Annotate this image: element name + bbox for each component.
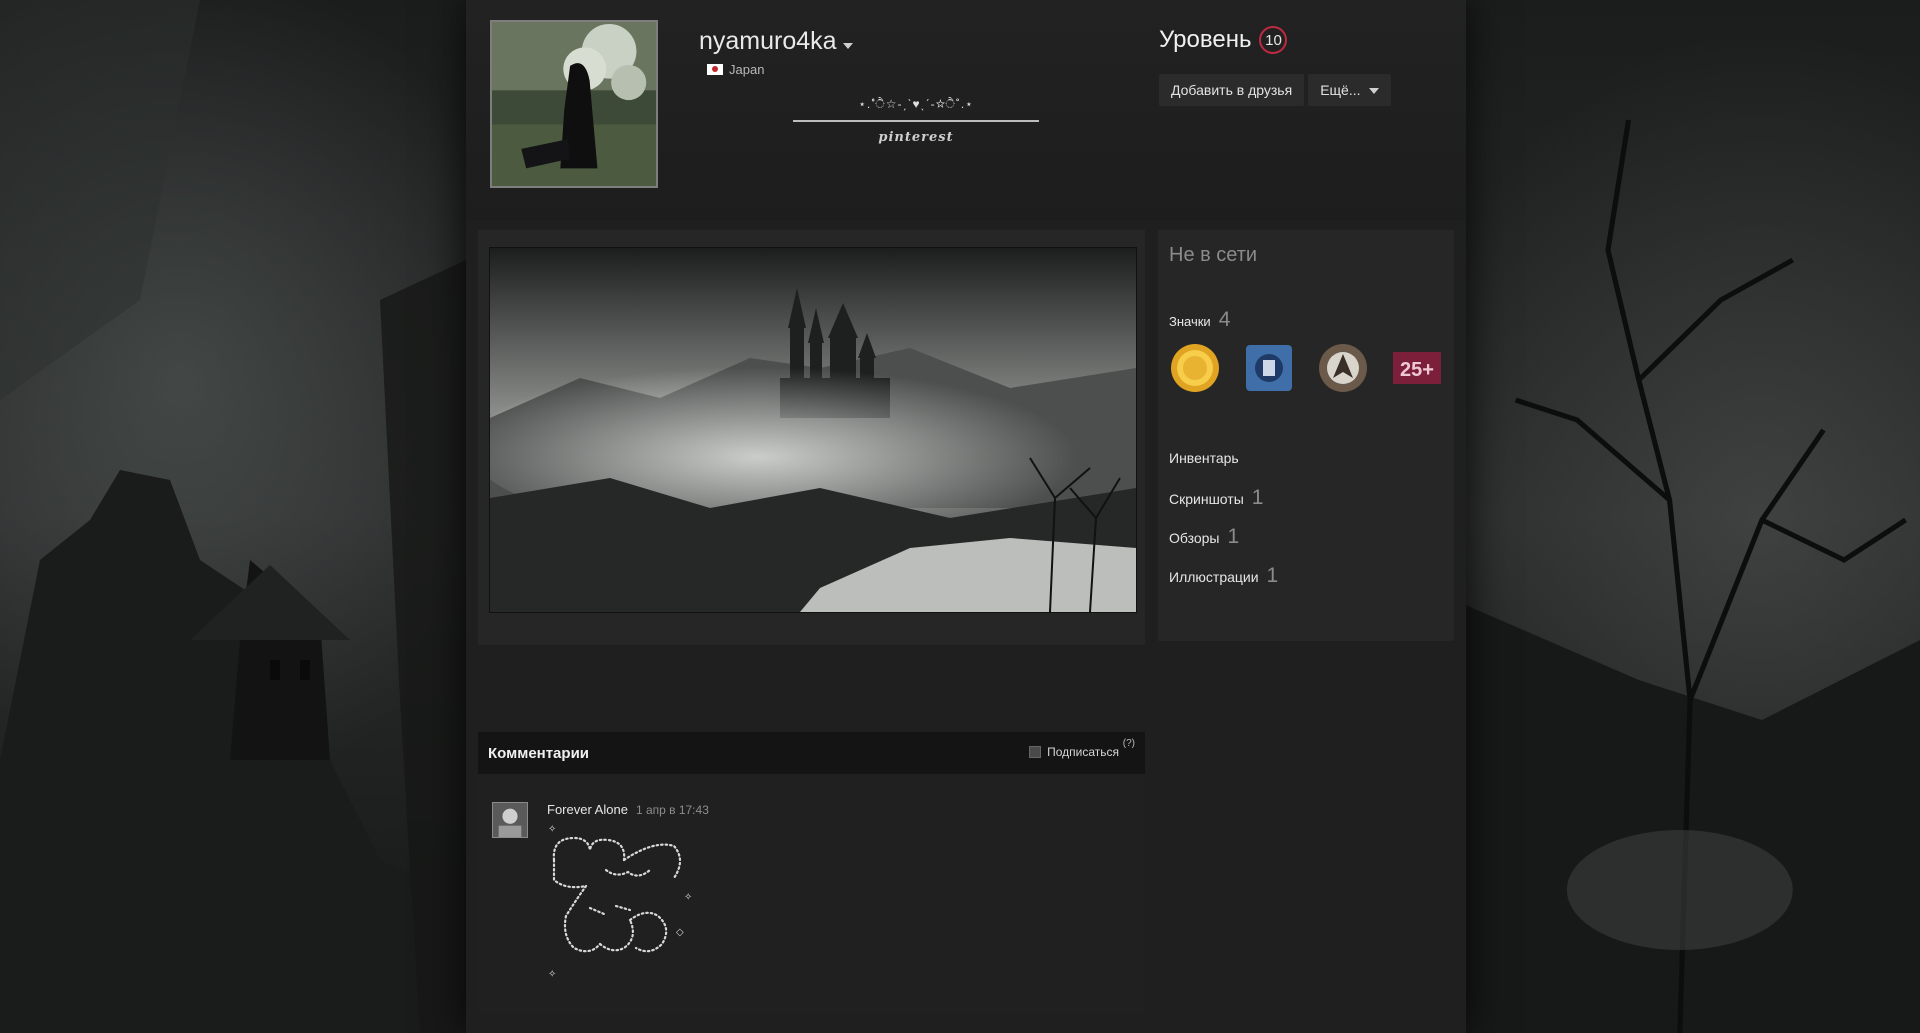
subscribe-toggle[interactable]: Подписаться bbox=[1029, 745, 1119, 759]
reviews-count: 1 bbox=[1227, 525, 1240, 548]
checkbox-icon[interactable] bbox=[1029, 746, 1042, 758]
comments-header: Комментарии Подписаться (?) bbox=[478, 732, 1145, 774]
badges-count: 4 bbox=[1218, 308, 1231, 331]
level-label: Уровень bbox=[1159, 26, 1252, 53]
reviews-link[interactable]: Обзоры 1 bbox=[1169, 525, 1239, 549]
profile-actions: Добавить в друзья Ещё... bbox=[1159, 74, 1391, 106]
screenshots-label: Скриншоты bbox=[1169, 491, 1244, 507]
background-right-scenery bbox=[1454, 0, 1920, 1033]
persona-name: nyamuro4ka bbox=[699, 27, 837, 55]
commenter-avatar[interactable] bbox=[492, 802, 528, 838]
screenshots-link[interactable]: Скриншоты 1 bbox=[1169, 486, 1263, 510]
badges-label: Значки bbox=[1169, 314, 1211, 329]
artwork-link[interactable]: Иллюстрации 1 bbox=[1169, 564, 1278, 588]
svg-text:✧: ✧ bbox=[684, 892, 692, 903]
profile-avatar[interactable] bbox=[490, 20, 658, 188]
help-link[interactable]: (?) bbox=[1123, 738, 1135, 749]
comment-timestamp: 1 апр в 17:43 bbox=[635, 803, 709, 817]
chevron-down-icon bbox=[842, 42, 853, 49]
chevron-down-icon bbox=[1368, 88, 1379, 94]
inventory-label: Инвентарь bbox=[1169, 450, 1239, 466]
background-left-scenery bbox=[0, 0, 466, 1033]
profile-summary: ⋆.˚ੈ☆-ˏˋ♥ˎˊ-☆ੈ˚.⋆ pinterest bbox=[791, 97, 1041, 145]
comment-author[interactable]: Forever Alone bbox=[547, 802, 628, 817]
profile-page: nyamuro4ka Japan ⋆.˚ੈ☆-ˏˋ♥ˎˊ-☆ੈ˚.⋆ pinte… bbox=[466, 0, 1466, 1033]
add-friend-button[interactable]: Добавить в друзья bbox=[1159, 74, 1305, 106]
screenshots-count: 1 bbox=[1251, 486, 1264, 509]
online-status: Не в сети bbox=[1169, 244, 1258, 266]
badge-list: 25+ bbox=[1169, 342, 1443, 394]
svg-text:✧: ✧ bbox=[548, 969, 556, 980]
profile-header: nyamuro4ka Japan ⋆.˚ੈ☆-ˏˋ♥ˎˊ-☆ੈ˚.⋆ pinte… bbox=[466, 0, 1466, 220]
artwork-count: 1 bbox=[1266, 564, 1279, 587]
comment-meta: Forever Alone 1 апр в 17:43 bbox=[547, 802, 709, 817]
badges-link[interactable]: Значки 4 bbox=[1169, 308, 1230, 332]
reviews-label: Обзоры bbox=[1169, 530, 1220, 546]
showcase-image[interactable] bbox=[489, 247, 1137, 613]
summary-decoration: ⋆.˚ੈ☆-ˏˋ♥ˎˊ-☆ੈ˚.⋆ bbox=[858, 97, 974, 111]
svg-text:25+: 25+ bbox=[1400, 359, 1434, 381]
persona-name-dropdown[interactable]: nyamuro4ka bbox=[699, 27, 853, 56]
badge-emblem-icon[interactable] bbox=[1317, 342, 1369, 394]
svg-text:◇: ◇ bbox=[676, 927, 684, 938]
summary-divider bbox=[793, 120, 1039, 122]
artwork-label: Иллюстрации bbox=[1169, 569, 1259, 585]
inventory-link[interactable]: Инвентарь bbox=[1169, 450, 1239, 466]
profile-level: Уровень 10 bbox=[1159, 26, 1288, 54]
artwork-showcase bbox=[478, 230, 1145, 645]
profile-location: Japan bbox=[707, 62, 764, 77]
japan-flag-icon bbox=[707, 64, 723, 75]
profile-sidebar: Не в сети Значки 4 25+ Инвентарь Скриншо… bbox=[1158, 230, 1454, 641]
more-button[interactable]: Ещё... bbox=[1308, 74, 1391, 106]
subscribe-label: Подписаться bbox=[1047, 745, 1119, 759]
badge-shield-icon[interactable] bbox=[1243, 342, 1295, 394]
svg-text:✧: ✧ bbox=[548, 824, 556, 835]
badge-years-icon[interactable]: 25+ bbox=[1391, 342, 1443, 394]
summary-link-text: pinterest bbox=[878, 130, 954, 145]
location-text: Japan bbox=[729, 62, 765, 77]
comment-ascii-art: ✧ ✧ ✧ ◇ bbox=[546, 820, 706, 980]
comments-title: Комментарии bbox=[488, 744, 590, 762]
level-badge[interactable]: 10 bbox=[1259, 26, 1288, 54]
more-label: Ещё... bbox=[1320, 82, 1361, 98]
comments-section: Комментарии Подписаться (?) Forever Alon… bbox=[478, 732, 1145, 1014]
badge-coin-icon[interactable] bbox=[1169, 342, 1221, 394]
